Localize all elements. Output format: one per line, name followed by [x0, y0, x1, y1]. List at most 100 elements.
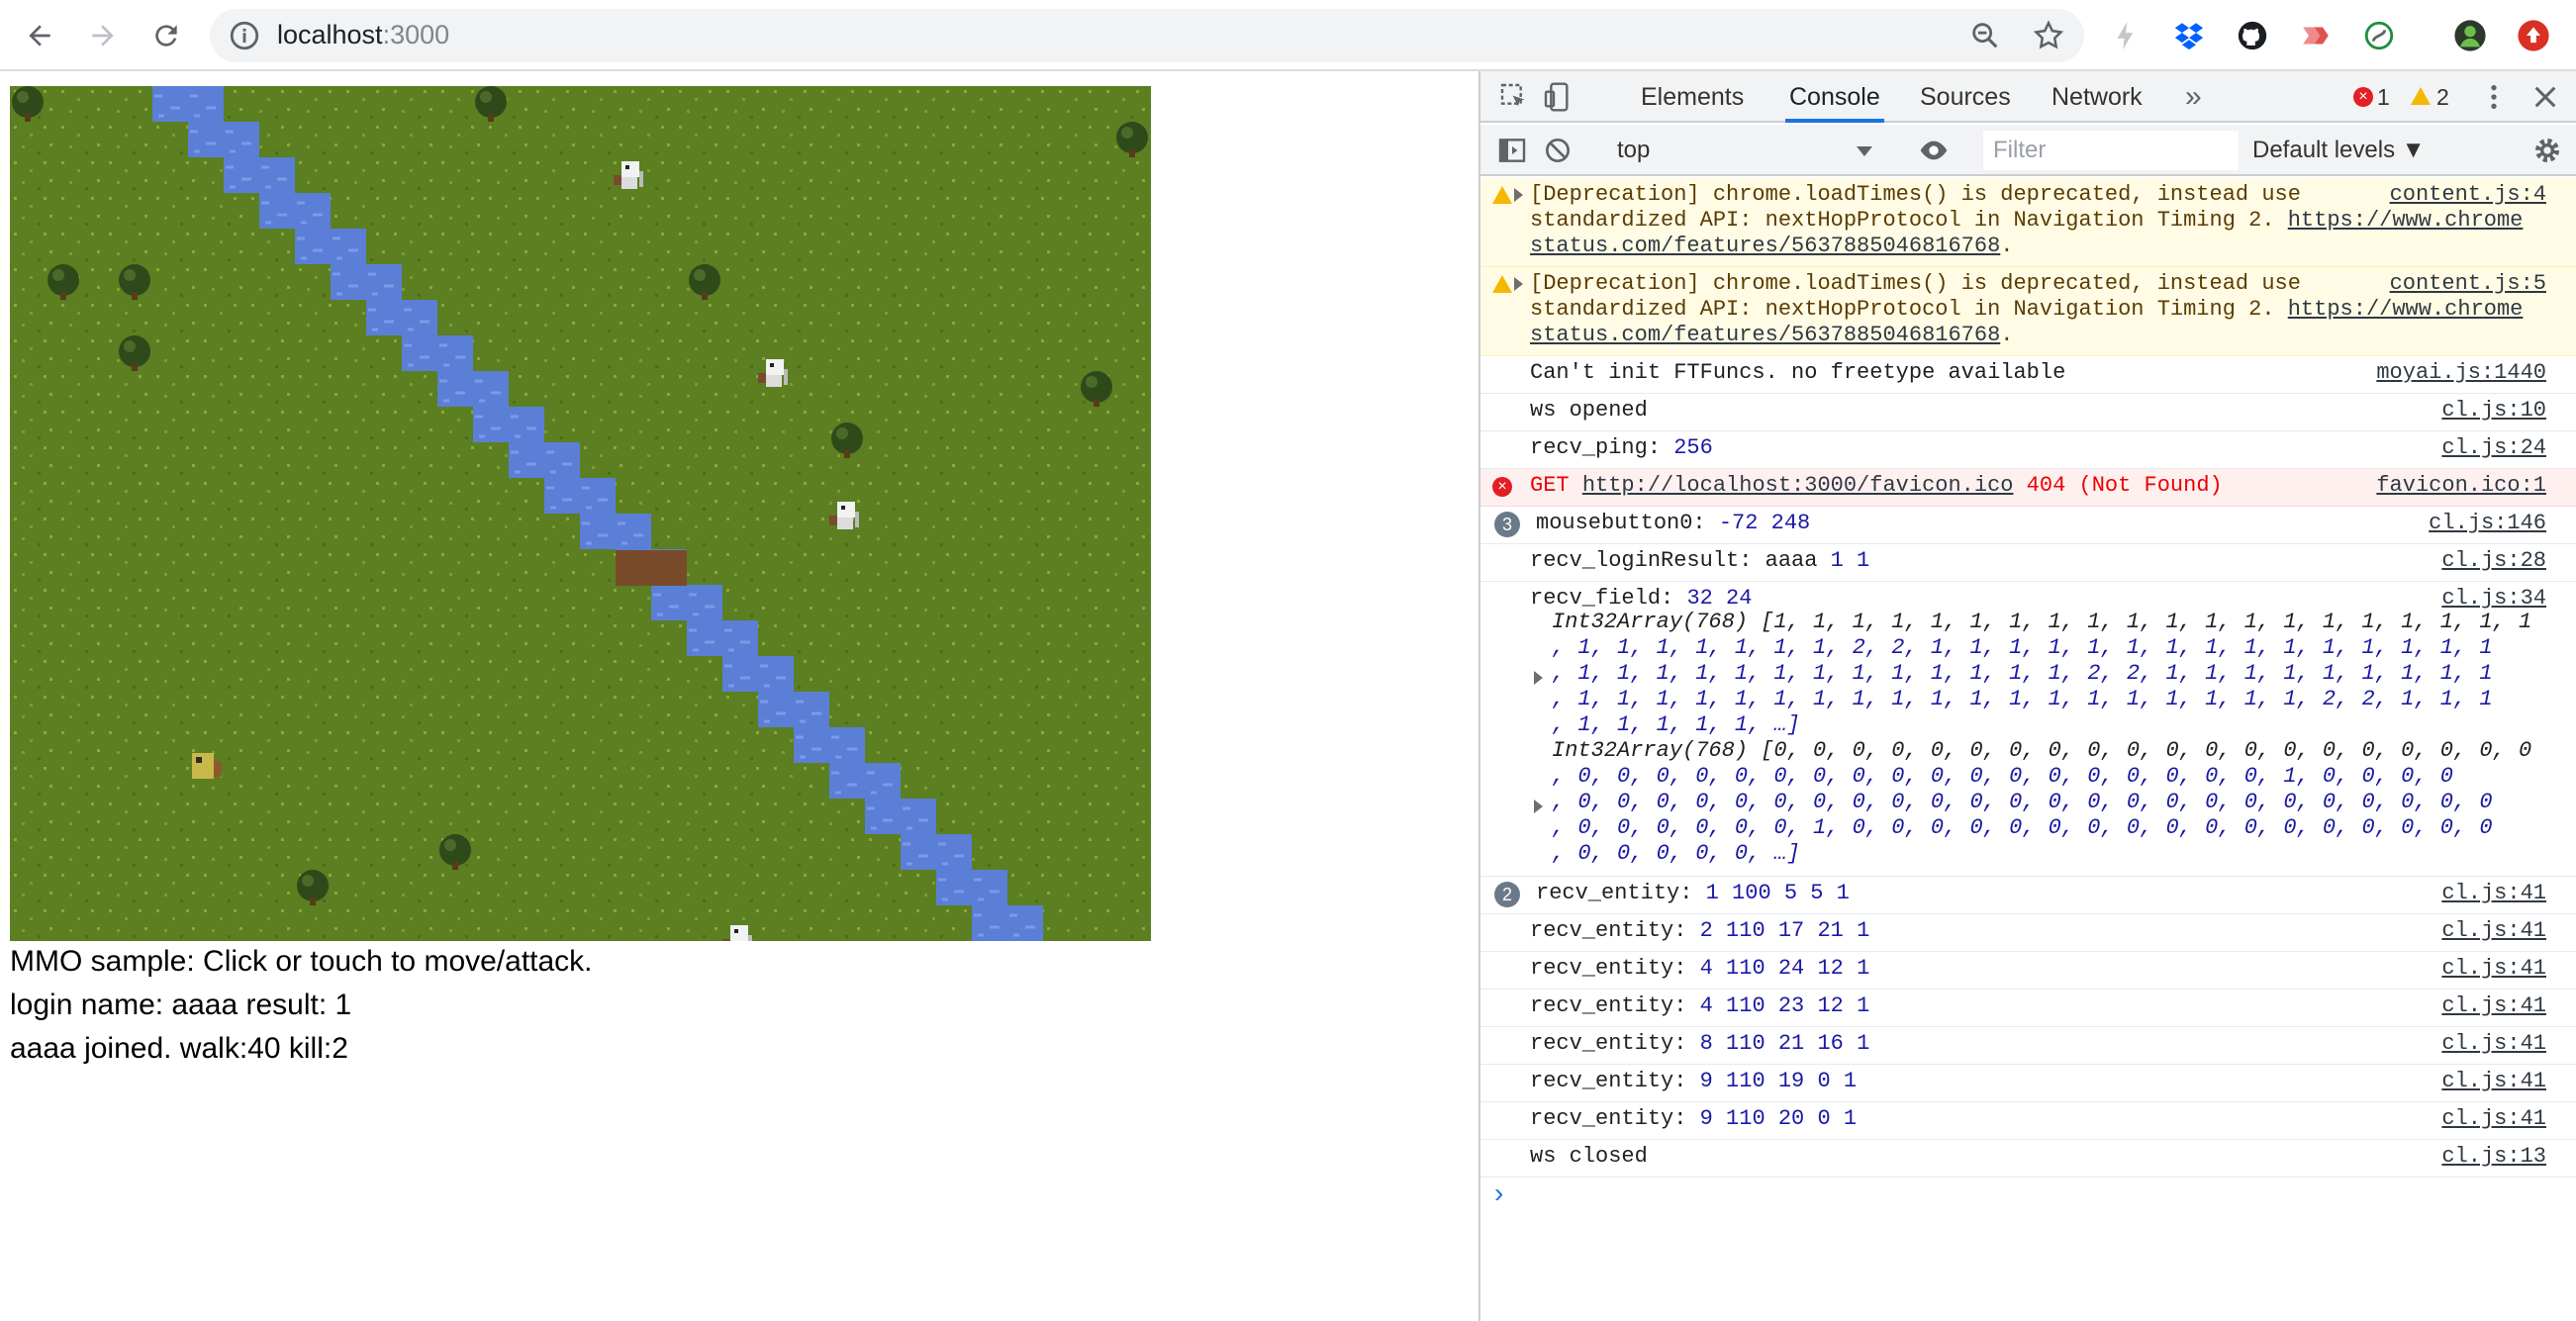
- warning-link[interactable]: https://www.chrome: [2288, 208, 2524, 233]
- log-text: ws closed: [1530, 1144, 1648, 1169]
- back-icon[interactable]: [20, 16, 59, 55]
- dropbox-icon[interactable]: [2169, 16, 2209, 55]
- source-link[interactable]: favicon.ico:1: [2376, 473, 2546, 499]
- source-link[interactable]: cl.js:41: [2441, 956, 2546, 982]
- source-link[interactable]: cl.js:13: [2441, 1144, 2546, 1170]
- bolt-icon[interactable]: [2106, 16, 2146, 55]
- address-bar[interactable]: [210, 9, 2084, 62]
- log-text: recv_entity: 9 110 19 0 1: [1530, 1069, 1858, 1093]
- close-icon[interactable]: [2526, 77, 2565, 117]
- extension-icon-2[interactable]: [2359, 16, 2399, 55]
- error-icon: ×: [1492, 477, 1512, 497]
- live-expression-eye-icon[interactable]: [1914, 131, 1954, 170]
- warning-count[interactable]: 2: [2436, 71, 2449, 123]
- source-link[interactable]: cl.js:28: [2441, 548, 2546, 574]
- warning-text: [Deprecation] chrome.loadTimes() is depr…: [1530, 182, 2524, 258]
- zoom-icon[interactable]: [1965, 16, 2005, 55]
- array-line: , 1, 1, 1, 1, 1, 1, 1, 2, 2, 1, 1, 1, 1,…: [1552, 635, 2493, 660]
- log-text: ws opened: [1530, 398, 1648, 423]
- error-icon: ×: [2353, 87, 2373, 107]
- console-log: Can't init FTFuncs. no freetype availabl…: [1480, 356, 2576, 394]
- bookmark-star-icon[interactable]: [2029, 16, 2068, 55]
- warning-link-cont[interactable]: status.com/features/5637885046816768: [1530, 234, 2000, 258]
- console-log: recv_field: 32 24 cl.js:34 Int32Array(76…: [1480, 582, 2576, 877]
- log-levels-dropdown[interactable]: Default levels ▼: [2252, 131, 2426, 170]
- console-log: 2 recv_entity: 1 100 5 5 1 cl.js:41: [1480, 877, 2576, 914]
- console-log: recv_entity: 9 110 20 0 1 cl.js:41: [1480, 1102, 2576, 1140]
- log-text: recv_entity: 1 100 5 5 1: [1536, 881, 1850, 905]
- update-icon[interactable]: [2514, 16, 2553, 55]
- expand-triangle-icon[interactable]: [1534, 800, 1543, 813]
- water-tile: [865, 799, 936, 834]
- console-log: recv_entity: 4 110 24 12 1 cl.js:41: [1480, 952, 2576, 990]
- console-output: [Deprecation] chrome.loadTimes() is depr…: [1480, 178, 2576, 1321]
- int32array-output[interactable]: Int32Array(768) [0, 0, 0, 0, 0, 0, 0, 0,…: [1552, 738, 2531, 867]
- filter-input[interactable]: [1983, 131, 2239, 170]
- source-link[interactable]: moyai.js:1440: [2376, 360, 2546, 386]
- array-line: , 1, 1, 1, 1, 1, 1, 1, 1, 1, 1, 1, 1, 1,…: [1552, 661, 2493, 686]
- url-host: localhost: [277, 20, 383, 49]
- warning-text: [Deprecation] chrome.loadTimes() is depr…: [1530, 271, 2524, 347]
- tab-sources[interactable]: Sources: [1920, 71, 2011, 123]
- tab-network[interactable]: Network: [2051, 71, 2143, 123]
- error-url-link[interactable]: http://localhost:3000/favicon.ico: [1582, 473, 2014, 498]
- int32array-output[interactable]: Int32Array(768) [1, 1, 1, 1, 1, 1, 1, 1,…: [1552, 610, 2531, 738]
- log-text: recv_entity: 2 110 17 21 1: [1530, 918, 1870, 943]
- array-line: , 0, 0, 0, 0, 0, 0, 0, 0, 0, 0, 0, 0, 0,…: [1552, 790, 2493, 814]
- source-link[interactable]: cl.js:41: [2441, 1031, 2546, 1057]
- error-count[interactable]: 1: [2377, 71, 2390, 123]
- gear-icon[interactable]: [2528, 131, 2567, 170]
- water-tile: [259, 193, 331, 229]
- source-link[interactable]: cl.js:41: [2441, 1069, 2546, 1094]
- source-link[interactable]: cl.js:10: [2441, 398, 2546, 424]
- repeat-count-badge: 2: [1494, 882, 1520, 907]
- source-link[interactable]: cl.js:41: [2441, 1106, 2546, 1132]
- source-link[interactable]: cl.js:34: [2441, 586, 2546, 612]
- forward-icon[interactable]: [83, 16, 123, 55]
- source-link[interactable]: cl.js:41: [2441, 881, 2546, 906]
- source-link[interactable]: cl.js:41: [2441, 993, 2546, 1019]
- url-port: :3000: [382, 20, 450, 49]
- console-prompt[interactable]: ›: [1494, 1178, 1503, 1209]
- profile-avatar[interactable]: [2450, 16, 2490, 55]
- game-canvas[interactable]: [10, 86, 1151, 941]
- console-log: ws closed cl.js:13: [1480, 1140, 2576, 1178]
- clear-console-icon[interactable]: [1538, 131, 1577, 170]
- repeat-count-badge: 3: [1494, 512, 1520, 537]
- source-link[interactable]: cl.js:146: [2429, 511, 2546, 536]
- console-log: recv_entity: 8 110 21 16 1 cl.js:41: [1480, 1027, 2576, 1065]
- console-log: 3 mousebutton0: -72 248 cl.js:146: [1480, 507, 2576, 544]
- more-tabs-button[interactable]: »: [2185, 71, 2202, 123]
- tab-console[interactable]: Console: [1785, 71, 1884, 123]
- game-instructions: MMO sample: Click or touch to move/attac…: [10, 945, 593, 978]
- context-select[interactable]: top: [1611, 131, 1868, 170]
- extension-icon[interactable]: [2296, 16, 2336, 55]
- expand-triangle-icon[interactable]: [1514, 188, 1523, 202]
- source-link[interactable]: cl.js:41: [2441, 918, 2546, 944]
- source-link[interactable]: content.js:4: [2390, 182, 2546, 208]
- console-warning: [Deprecation] chrome.loadTimes() is depr…: [1480, 178, 2576, 267]
- sidebar-toggle-icon[interactable]: [1492, 131, 1532, 170]
- info-icon[interactable]: [228, 19, 261, 52]
- inspect-element-icon[interactable]: [1494, 77, 1534, 117]
- log-text: recv_entity: 4 110 23 12 1: [1530, 993, 1870, 1018]
- source-link[interactable]: cl.js:24: [2441, 435, 2546, 461]
- warning-link[interactable]: https://www.chrome: [2288, 297, 2524, 322]
- expand-triangle-icon[interactable]: [1534, 671, 1543, 685]
- device-toolbar-icon[interactable]: [1538, 77, 1577, 117]
- water-tile: [794, 727, 865, 763]
- water-tile: [224, 157, 295, 193]
- warning-icon: [1492, 186, 1512, 204]
- array-line: , 0, 0, 0, 0, 0, …]: [1552, 841, 1800, 866]
- source-link[interactable]: content.js:5: [2390, 271, 2546, 297]
- console-warning: [Deprecation] chrome.loadTimes() is depr…: [1480, 267, 2576, 356]
- water-tile: [829, 763, 901, 799]
- tab-elements[interactable]: Elements: [1641, 71, 1744, 123]
- expand-triangle-icon[interactable]: [1514, 277, 1523, 291]
- warning-link-cont[interactable]: status.com/features/5637885046816768: [1530, 323, 2000, 347]
- github-icon[interactable]: [2233, 16, 2272, 55]
- water-tile: [331, 264, 402, 300]
- reload-icon[interactable]: [146, 16, 186, 55]
- water-tile: [687, 620, 758, 656]
- kebab-menu-icon[interactable]: [2474, 77, 2514, 117]
